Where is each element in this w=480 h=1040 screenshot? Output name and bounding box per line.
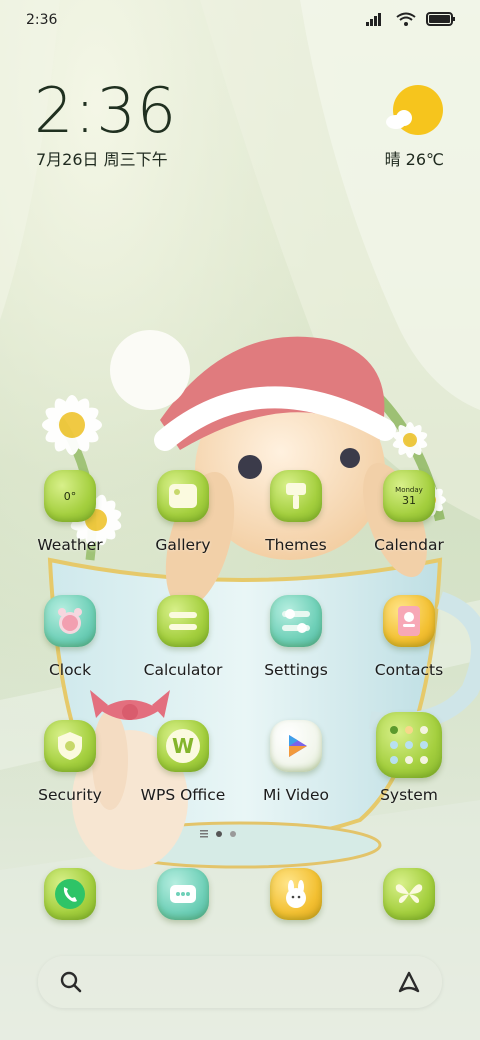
app-system-folder[interactable]: System bbox=[353, 712, 465, 804]
address-book-icon bbox=[383, 595, 435, 647]
calendar-icon-month: Monday bbox=[395, 485, 423, 494]
wps-w-icon: W bbox=[157, 720, 209, 772]
settings-toggles-icon bbox=[270, 595, 322, 647]
app-label-calculator: Calculator bbox=[143, 661, 223, 679]
app-calendar[interactable]: Monday 31 Calendar bbox=[353, 470, 465, 554]
app-label-themes: Themes bbox=[265, 536, 327, 554]
app-weather[interactable]: 0° Weather bbox=[14, 470, 126, 554]
app-label-contacts: Contacts bbox=[374, 661, 444, 679]
calendar-icon-day: 31 bbox=[402, 493, 416, 507]
weather-widget[interactable] bbox=[384, 84, 444, 144]
wifi-icon bbox=[396, 12, 416, 26]
page-indicator[interactable] bbox=[200, 830, 236, 838]
app-contacts[interactable]: Contacts bbox=[353, 595, 465, 679]
wps-icon-letter: W bbox=[166, 729, 200, 763]
app-label-gallery: Gallery bbox=[155, 536, 211, 554]
app-label-mi-video: Mi Video bbox=[262, 786, 330, 804]
calendar-icon: Monday 31 bbox=[383, 470, 435, 522]
assistant-icon[interactable] bbox=[396, 969, 422, 995]
weather-app-icon: 0° bbox=[44, 470, 96, 522]
app-clock[interactable]: Clock bbox=[14, 595, 126, 679]
weather-app-icon-text: 0° bbox=[63, 489, 77, 503]
search-icon[interactable] bbox=[60, 971, 82, 993]
app-label-settings: Settings bbox=[264, 661, 328, 679]
dock-messages[interactable] bbox=[127, 868, 239, 920]
app-security[interactable]: Security bbox=[14, 720, 126, 804]
battery-icon bbox=[426, 12, 455, 26]
play-icon bbox=[270, 720, 322, 772]
paintbrush-icon bbox=[270, 470, 322, 522]
clock-widget-date: 7月26日 周三下午 bbox=[36, 150, 168, 169]
app-label-wps-office: WPS Office bbox=[140, 786, 226, 804]
app-label-system: System bbox=[380, 786, 438, 804]
app-gallery[interactable]: Gallery bbox=[127, 470, 239, 554]
app-mi-video[interactable]: Mi Video bbox=[240, 720, 352, 804]
page-dot bbox=[230, 831, 236, 837]
app-label-security: Security bbox=[38, 786, 102, 804]
page-dot-active bbox=[216, 831, 222, 837]
folder-grid-icon bbox=[376, 712, 442, 778]
dock-butterfly-app[interactable] bbox=[353, 868, 465, 920]
weather-condition-temp: 晴 26℃ bbox=[384, 150, 444, 169]
signal-icon bbox=[366, 13, 381, 26]
app-calculator[interactable]: Calculator bbox=[127, 595, 239, 679]
status-bar: 2:36 bbox=[0, 0, 480, 40]
app-wps-office[interactable]: W WPS Office bbox=[127, 720, 239, 804]
list-view-icon bbox=[200, 830, 208, 838]
status-icons bbox=[366, 12, 456, 26]
search-bar[interactable] bbox=[38, 956, 442, 1008]
dock-bunny-app[interactable] bbox=[240, 868, 352, 920]
equals-icon bbox=[157, 595, 209, 647]
sun-cloud-icon bbox=[386, 85, 443, 135]
phone-icon bbox=[44, 868, 96, 920]
app-label-clock: Clock bbox=[48, 661, 92, 679]
gallery-icon bbox=[157, 470, 209, 522]
dock-phone[interactable] bbox=[14, 868, 126, 920]
butterfly-app-icon bbox=[383, 868, 435, 920]
status-time: 2:36 bbox=[26, 12, 58, 28]
app-label-weather: Weather bbox=[37, 536, 103, 554]
alarm-clock-icon bbox=[44, 595, 96, 647]
shield-icon bbox=[44, 720, 96, 772]
clock-widget-time[interactable]: 2:36 bbox=[34, 74, 177, 147]
app-themes[interactable]: Themes bbox=[240, 470, 352, 554]
home-screen: 2:36 2:36 7月26日 周三下午 晴 26℃ 0° Weather Ga… bbox=[0, 0, 480, 1040]
app-label-calendar: Calendar bbox=[374, 536, 444, 554]
messages-icon bbox=[157, 868, 209, 920]
app-settings[interactable]: Settings bbox=[240, 595, 352, 679]
bunny-app-icon bbox=[270, 868, 322, 920]
